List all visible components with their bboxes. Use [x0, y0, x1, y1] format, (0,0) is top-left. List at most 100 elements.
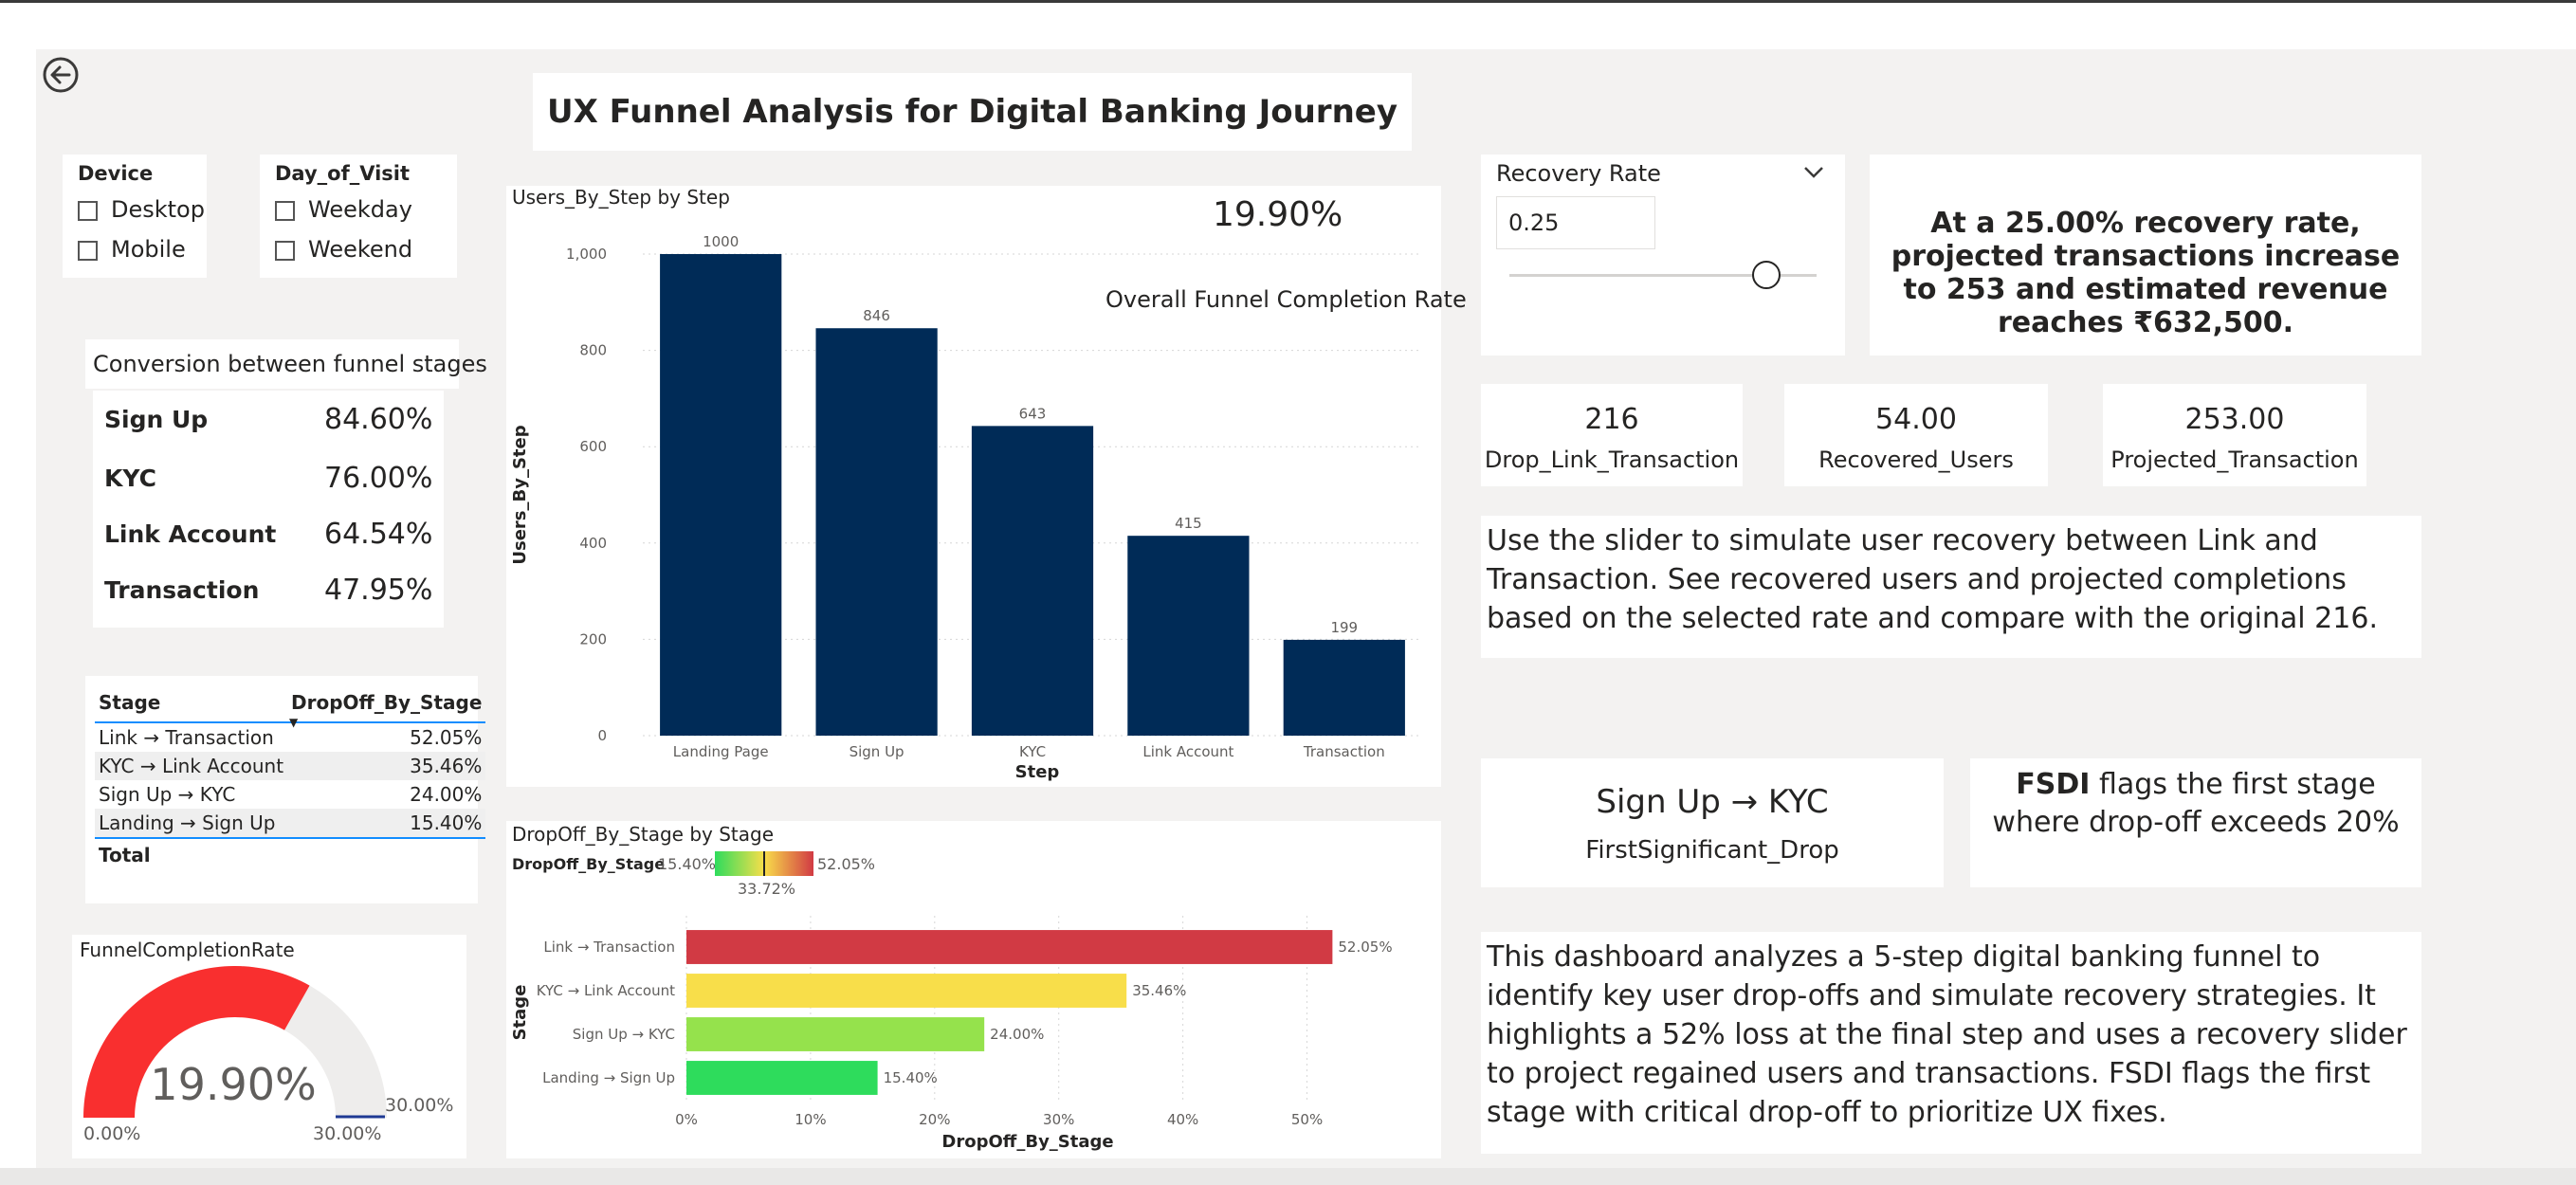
value-cell: 24.00% — [410, 783, 483, 806]
column-header-stage[interactable]: Stage — [95, 684, 287, 722]
stage-cell: Sign Up → KYC — [99, 783, 236, 806]
y-tick-label: KYC → Link Account — [537, 982, 675, 999]
checkbox-icon — [78, 200, 98, 221]
column-header-dropoff[interactable]: DropOff_By_Stage ▼ — [287, 684, 485, 729]
gauge-card: FunnelCompletionRate 19.90% 0.00% 30.00%… — [72, 935, 466, 1158]
conversion-stage: Link Account — [104, 520, 277, 548]
x-tick-label: Link Account — [1142, 743, 1233, 760]
back-arrow-icon — [43, 57, 79, 93]
device-slicer-title: Device — [78, 162, 154, 185]
fsd-value: Sign Up → KYC — [1596, 783, 1829, 821]
bar-value-label: 1000 — [703, 233, 739, 250]
conversion-row: Sign Up 84.60% — [104, 392, 436, 447]
bar — [1127, 536, 1250, 736]
value-cell: 35.46% — [287, 752, 486, 780]
day-option-weekend[interactable]: Weekend — [275, 230, 412, 268]
bar-value-label: 415 — [1175, 515, 1202, 532]
kpi-value: 216 — [1584, 403, 1639, 436]
device-option-mobile[interactable]: Mobile — [78, 230, 186, 268]
bar — [815, 328, 938, 736]
x-tick-label: 50% — [1291, 1111, 1323, 1128]
recovery-summary-text: At a 25.00% recovery rate, projected tra… — [1891, 207, 2401, 339]
option-label: Desktop — [111, 196, 205, 223]
x-tick-label: Transaction — [1303, 743, 1385, 760]
conversion-stage: Sign Up — [104, 406, 209, 433]
y-tick-label: Link → Transaction — [543, 939, 675, 956]
dropoff-table: Stage DropOff_By_Stage ▼ Link → Transacti… — [95, 684, 486, 871]
back-button[interactable] — [42, 56, 80, 94]
conversion-row: Transaction 47.95% — [104, 563, 436, 618]
checkbox-icon — [275, 200, 295, 221]
bar — [660, 254, 782, 736]
fsdi-note: FSDI flags the first stage where drop-of… — [1980, 766, 2412, 842]
y-axis-title: Users_By_Step — [510, 425, 530, 564]
table-row: KYC → Link Account 35.46% — [95, 752, 486, 780]
kpi-label: Projected_Transaction — [2110, 447, 2359, 473]
kpi-projected-transaction: 253.00 Projected_Transaction — [2103, 384, 2366, 486]
total-label: Total — [99, 844, 151, 866]
x-tick-label: 40% — [1167, 1111, 1198, 1128]
x-tick-label: Sign Up — [850, 743, 904, 760]
gauge-chart: 19.90% 0.00% 30.00% 30.00% — [83, 966, 453, 1144]
conversion-stage: KYC — [104, 465, 156, 492]
slider-instructions-card: Use the slider to simulate user recovery… — [1481, 516, 2421, 658]
conversion-table: Sign Up 84.60% KYC 76.00% Link Account 64.5… — [93, 391, 444, 628]
stage-cell: KYC → Link Account — [95, 752, 288, 780]
kpi-drop-link-transaction: 216 Drop_Link_Transaction — [1481, 384, 1743, 486]
gauge-target-label: 30.00% — [385, 1095, 453, 1116]
first-significant-drop-card: Sign Up → KYC FirstSignificant_Drop — [1481, 758, 1944, 887]
users-bar-chart: 0 200 400 600 800 1,000 1000 Landing Page 846 Sig… — [510, 233, 1422, 782]
dropoff-by-stage-card: DropOff_By_Stage by Stage DropOff_By_Sta… — [506, 821, 1441, 1158]
column-header-label: DropOff_By_Stage — [291, 691, 483, 714]
page-title: UX Funnel Analysis for Digital Banking J… — [546, 93, 1398, 131]
recovery-rate-title: Recovery Rate — [1496, 160, 1661, 187]
fsdi-note-card: FSDI flags the first stage where drop-of… — [1970, 758, 2421, 887]
y-axis-title: Stage — [510, 985, 530, 1041]
recovery-rate-input[interactable] — [1496, 196, 1655, 249]
recovery-rate-slicer: Recovery Rate — [1481, 155, 1845, 356]
title-card: UX Funnel Analysis for Digital Banking J… — [533, 73, 1412, 151]
stage-cell: Link → Transaction — [99, 726, 274, 749]
y-tick-label: 800 — [579, 342, 607, 359]
total-row: Total — [95, 838, 485, 871]
option-label: Weekday — [308, 196, 412, 223]
bar-value-label: 35.46% — [1132, 982, 1186, 999]
conversion-row: KYC 76.00% — [104, 451, 436, 506]
y-tick-label: Landing → Sign Up — [542, 1069, 675, 1086]
bar-value-label: 643 — [1019, 405, 1047, 422]
y-tick-label: 400 — [579, 535, 607, 552]
bar — [1283, 639, 1405, 736]
bar — [686, 974, 1127, 1008]
kpi-recovered-users: 54.00 Recovered_Users — [1784, 384, 2048, 486]
checkbox-icon — [275, 240, 295, 261]
bar — [686, 1017, 985, 1051]
table-row: Landing → Sign Up 15.40% — [95, 809, 486, 838]
fsd-label: FirstSignificant_Drop — [1585, 836, 1839, 865]
users-by-step-card: Users_By_Step by Step 19.90% Overall Fun… — [506, 186, 1467, 787]
option-label: Weekend — [308, 236, 413, 263]
chevron-down-icon[interactable] — [1801, 162, 1826, 181]
conversion-value: 64.54% — [324, 518, 433, 551]
day-option-weekday[interactable]: Weekday — [275, 191, 412, 228]
fsdi-note-bold: FSDI — [2016, 768, 2091, 801]
y-tick-label: Sign Up → KYC — [573, 1026, 675, 1043]
bar-value-label: 199 — [1330, 619, 1358, 636]
x-tick-label: KYC — [1019, 743, 1046, 760]
x-axis-title: DropOff_By_Stage — [941, 1132, 1113, 1152]
bar-value-label: 52.05% — [1338, 939, 1392, 956]
device-option-desktop[interactable]: Desktop — [78, 191, 205, 228]
conversion-value: 76.00% — [324, 462, 433, 495]
x-tick-label: 30% — [1043, 1111, 1074, 1128]
gauge-min-label: 0.00% — [83, 1123, 140, 1144]
x-tick-label: 10% — [795, 1111, 826, 1128]
recovery-slider-handle[interactable] — [1752, 261, 1781, 289]
option-label: Mobile — [111, 236, 186, 263]
day-slicer: Day_of_Visit Weekday Weekend — [260, 155, 457, 278]
x-axis-title: Step — [1015, 762, 1060, 782]
y-tick-label: 600 — [579, 438, 607, 455]
conversion-row: Link Account 64.54% — [104, 507, 436, 562]
recovery-summary-card: At a 25.00% recovery rate, projected tra… — [1870, 155, 2421, 356]
dashboard-description-text: This dashboard analyzes a 5-step digital… — [1487, 940, 2407, 1129]
sort-desc-icon: ▼ — [289, 716, 299, 729]
table-row: Sign Up → KYC 24.00% — [95, 780, 485, 809]
